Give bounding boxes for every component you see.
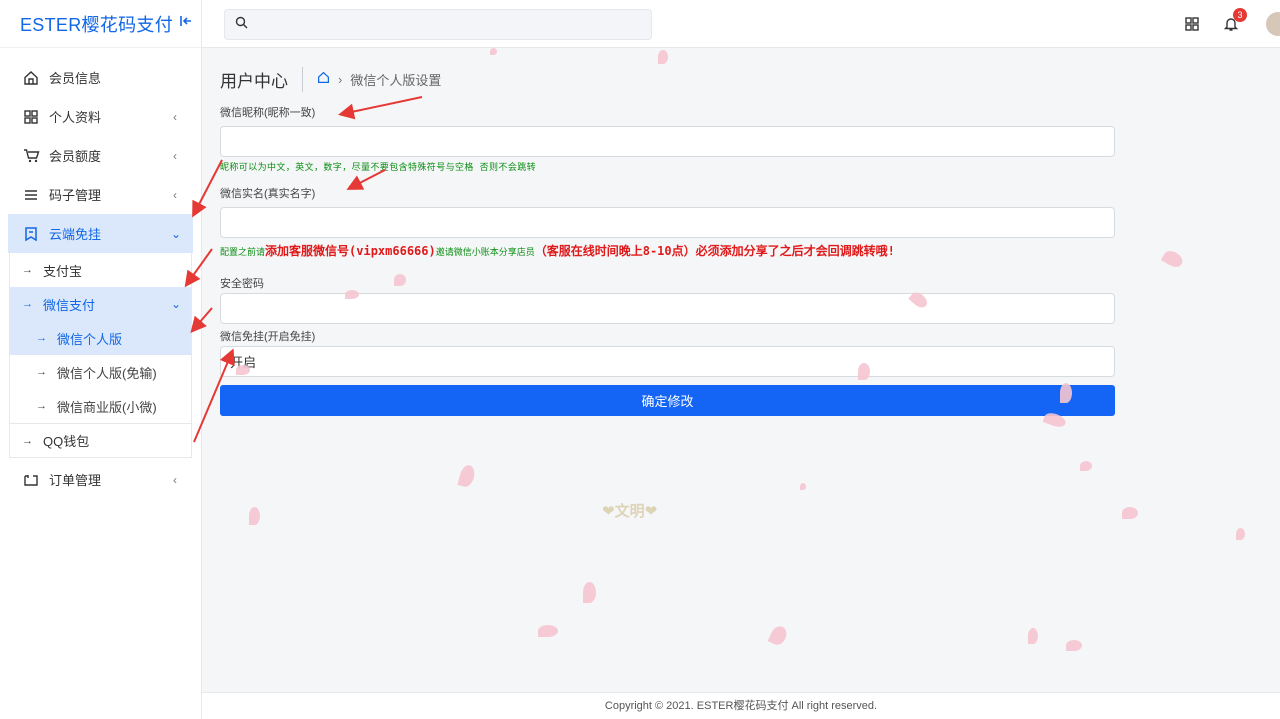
petal-decoration <box>236 365 250 375</box>
nickname-hint: 昵称可以为中文，英文，数字，尽量不要包含特殊符号与空格 否则不会跳转 <box>220 163 537 173</box>
sidebar-subitem-label: 微信支付 <box>43 297 96 313</box>
nickname-input[interactable] <box>220 126 1115 157</box>
sidebar-item-label: 个人资料 <box>49 110 102 125</box>
petal-decoration <box>1080 461 1092 471</box>
autoreply-select[interactable] <box>220 346 1115 377</box>
sidebar-subitem-alipay[interactable]: → 支付宝 <box>10 253 191 287</box>
sidebar-subsubitem-label: 微信个人版(免输) <box>57 365 157 381</box>
brand-bar: ESTER樱花码支付 <box>0 0 201 48</box>
collapse-left-icon[interactable] <box>179 14 193 33</box>
sidebar-nav: 会员信息 个人资料 ‹ 会员额度 ‹ 码子管理 ‹ 云端免挂 ⌄ → 支付宝 →… <box>0 48 201 499</box>
sidebar-subitem-label: 支付宝 <box>43 263 83 279</box>
breadcrumb: › 微信个人版设置 <box>317 70 441 89</box>
cloud-hosting-submenu: → 支付宝 → 微信支付 ⌄ → 微信个人版 → 微信个人版(免输) → 微信商… <box>9 253 192 458</box>
main-content: 用户中心 › 微信个人版设置 微信昵称(昵称一致) 昵称可以为中文，英文，数字，… <box>220 62 1115 416</box>
password-label: 安全密码 <box>220 278 264 290</box>
petal-decoration <box>1160 247 1186 271</box>
petal-decoration <box>457 463 477 489</box>
petal-decoration <box>538 625 558 637</box>
home-icon <box>22 69 40 87</box>
sidebar-item-profile[interactable]: 个人资料 ‹ <box>0 97 201 136</box>
sidebar-subsubitem-wechat-business[interactable]: → 微信商业版(小微) <box>10 389 191 423</box>
sidebar-item-code-manage[interactable]: 码子管理 ‹ <box>0 175 201 214</box>
sidebar-subsubitem-wechat-personal-noinput[interactable]: → 微信个人版(免输) <box>10 355 191 389</box>
footer: Copyright © 2021. ESTER樱花码支付 All right r… <box>202 692 1280 719</box>
notification-badge: 3 <box>1233 8 1247 22</box>
menu-icon <box>22 186 40 204</box>
brand-title[interactable]: ESTER樱花码支付 <box>20 11 173 37</box>
petal-decoration <box>1236 528 1245 540</box>
petal-decoration <box>1028 628 1038 644</box>
chevron-left-icon: ‹ <box>173 472 177 487</box>
cart-icon <box>22 147 40 165</box>
realname-hint-pre: 配置之前请 <box>220 248 266 258</box>
realname-hint: 配置之前请添加客服微信号(vipxm66666)邀请微信小账本分享店员（客服在线… <box>220 242 1115 259</box>
page-title: 用户中心 <box>220 66 303 92</box>
realname-hint-mid: 邀请微信小账本分享店员 <box>435 248 535 258</box>
sidebar-item-quota[interactable]: 会员额度 ‹ <box>0 136 201 175</box>
sidebar-item-label: 会员额度 <box>49 149 102 164</box>
chevron-down-icon: ⌄ <box>170 297 181 311</box>
arrow-right-icon: → <box>36 366 47 378</box>
petal-decoration <box>1060 383 1072 403</box>
sidebar-subsubitem-label: 微信个人版 <box>57 331 123 347</box>
top-bar: 3 <box>202 0 1280 48</box>
sidebar-item-orders[interactable]: 订单管理 ‹ <box>0 460 201 499</box>
sidebar: ESTER樱花码支付 会员信息 个人资料 ‹ 会员额度 ‹ 码子管理 ‹ 云端免… <box>0 0 202 719</box>
realname-hint-time: （客服在线时间晚上8-10点）必须添加分享了之后才会回调跳转哦! <box>534 244 895 258</box>
page-header: 用户中心 › 微信个人版设置 <box>220 62 1115 96</box>
petal-decoration <box>1066 640 1082 651</box>
petal-decoration <box>583 582 596 603</box>
search-input[interactable] <box>256 17 651 32</box>
petal-decoration <box>249 507 260 525</box>
submit-button[interactable]: 确定修改 <box>220 385 1115 416</box>
bookmark-icon <box>22 225 40 243</box>
chevron-down-icon: ⌄ <box>170 226 181 241</box>
petal-decoration <box>858 363 870 380</box>
sidebar-item-label: 码子管理 <box>49 188 102 203</box>
realname-input[interactable] <box>220 207 1115 238</box>
realname-hint-service: 添加客服微信号(vipxm66666) <box>265 244 436 258</box>
arrow-right-icon: → <box>36 400 47 412</box>
search-box[interactable] <box>224 9 652 40</box>
apps-grid-icon[interactable] <box>1182 14 1202 34</box>
watermark: ❤文明❤ <box>602 503 658 520</box>
petal-decoration <box>345 290 359 299</box>
bell-icon[interactable]: 3 <box>1221 8 1247 34</box>
chevron-right-icon: › <box>338 71 343 87</box>
sidebar-item-label: 会员信息 <box>49 71 102 86</box>
sidebar-item-label: 云端免挂 <box>49 227 102 242</box>
petal-decoration <box>394 274 406 286</box>
sidebar-subitem-qq-wallet[interactable]: → QQ钱包 <box>10 423 191 457</box>
arrow-right-icon: → <box>22 264 33 276</box>
petal-decoration <box>658 50 668 64</box>
arrow-right-icon: → <box>22 298 33 310</box>
sidebar-subitem-wechat-pay[interactable]: → 微信支付 ⌄ <box>10 287 191 321</box>
arrow-right-icon: → <box>22 434 33 447</box>
arrow-right-icon: → <box>36 332 47 344</box>
avatar[interactable] <box>1266 12 1280 36</box>
petal-decoration <box>800 483 806 490</box>
search-icon <box>235 16 248 34</box>
sidebar-item-label: 订单管理 <box>49 473 102 488</box>
home-icon[interactable] <box>317 71 330 87</box>
chevron-left-icon: ‹ <box>173 187 177 202</box>
realname-label: 微信实名(真实名字) <box>220 188 316 200</box>
sidebar-item-member-info[interactable]: 会员信息 <box>0 58 201 97</box>
petal-decoration <box>767 623 790 648</box>
petal-decoration <box>1122 507 1138 519</box>
sidebar-item-cloud-hosting[interactable]: 云端免挂 ⌄ <box>8 214 193 253</box>
sidebar-subsubitem-wechat-personal[interactable]: → 微信个人版 <box>10 321 191 355</box>
grid-icon <box>22 108 40 126</box>
breadcrumb-current: 微信个人版设置 <box>350 72 442 88</box>
chevron-left-icon: ‹ <box>173 109 177 124</box>
sidebar-subsubitem-label: 微信商业版(小微) <box>57 399 157 415</box>
folder-icon <box>22 471 40 489</box>
sidebar-subitem-label: QQ钱包 <box>43 434 90 449</box>
petal-decoration <box>490 48 497 55</box>
chevron-left-icon: ‹ <box>173 148 177 163</box>
nickname-label: 微信昵称(昵称一致) <box>220 107 316 119</box>
autoreply-label: 微信免挂(开启免挂) <box>220 331 316 343</box>
